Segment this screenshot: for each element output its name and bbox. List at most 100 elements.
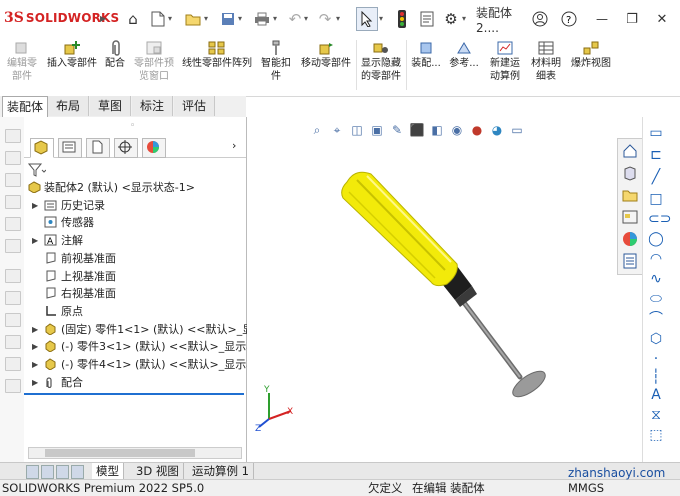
component-preview-window-button[interactable]: 零部件预 览窗口 [132, 40, 176, 83]
undo-icon[interactable]: ↶ [286, 8, 304, 30]
tool-icon[interactable] [5, 291, 21, 305]
expand-arrow-icon[interactable]: ▶ [32, 338, 38, 355]
minimize-button[interactable]: — [592, 8, 612, 30]
chevron-down-icon[interactable]: ▾ [238, 14, 242, 23]
chevron-down-icon[interactable]: ▾ [379, 14, 383, 23]
tool-icon[interactable] [5, 357, 21, 371]
tool-icon[interactable] [5, 129, 21, 143]
expand-arrow-icon[interactable]: ▶ [32, 197, 38, 214]
rectangle-icon[interactable]: □ [648, 191, 664, 207]
tab-markup[interactable]: 标注 [132, 96, 173, 116]
home-icon[interactable]: ⌂ [122, 8, 144, 30]
featuremanager-tree-tab-icon[interactable] [30, 138, 54, 158]
open-folder-icon[interactable] [183, 8, 203, 30]
dimxpert-manager-tab-icon[interactable] [114, 138, 138, 158]
custom-properties-icon[interactable] [622, 253, 638, 269]
tool-icon[interactable] [5, 379, 21, 393]
chevron-down-icon[interactable]: ▾ [336, 14, 340, 23]
new-document-icon[interactable] [148, 8, 168, 30]
solidworks-resources-icon[interactable] [622, 143, 638, 159]
exploded-view-button[interactable]: 爆炸视图 [567, 40, 615, 70]
next-tab-icon[interactable] [56, 465, 69, 479]
mirror-icon[interactable]: ⧖ [648, 407, 664, 423]
display-style-icon[interactable]: ◧ [429, 122, 445, 138]
file-explorer-icon[interactable] [622, 187, 638, 203]
previous-view-icon[interactable]: ◫ [349, 122, 365, 138]
scrollbar-thumb[interactable] [45, 449, 195, 457]
smart-dimension-icon[interactable]: ⊏ [648, 147, 664, 163]
spline-icon[interactable]: ∿ [648, 271, 664, 287]
apply-scene-icon[interactable]: ◕ [489, 122, 505, 138]
move-component-button[interactable]: 移动零部件 [297, 40, 355, 70]
line-icon[interactable]: ╱ [648, 169, 664, 185]
redo-icon[interactable]: ↷ [316, 8, 334, 30]
view-palette-icon[interactable] [622, 209, 638, 225]
tab-3d-views[interactable]: 3D 视图 [132, 463, 184, 479]
edit-appearance-icon[interactable]: ● [469, 122, 485, 138]
chevron-right-icon[interactable]: › [232, 139, 236, 152]
reference-geometry-button[interactable]: 参考... [446, 40, 482, 70]
ellipse-icon[interactable]: ⬭ [648, 291, 664, 307]
view-settings-icon[interactable]: ▭ [509, 122, 525, 138]
help-icon[interactable]: ? [560, 8, 578, 30]
rebuild-icon[interactable] [394, 8, 410, 30]
tool-icon[interactable] [5, 313, 21, 327]
section-view-icon[interactable]: ▣ [369, 122, 385, 138]
tool-icon[interactable] [5, 217, 21, 231]
centerline-icon[interactable]: ┆ [648, 369, 664, 385]
tab-assembly[interactable]: 装配体 [2, 96, 48, 118]
tool-icon[interactable] [5, 335, 21, 349]
property-manager-tab-icon[interactable] [58, 138, 82, 158]
point-icon[interactable]: · [648, 351, 664, 367]
tool-icon[interactable] [5, 269, 21, 283]
plane-icon[interactable]: ⬚ [648, 427, 664, 443]
show-hidden-components-button[interactable]: 显示隐藏 的零部件 [358, 40, 404, 83]
assembly-features-button[interactable]: 装配... [408, 40, 444, 70]
expand-arrow-icon[interactable]: ▶ [32, 232, 38, 249]
dynamic-annotation-icon[interactable]: ✎ [389, 122, 405, 138]
expand-arrow-icon[interactable]: ▶ [32, 356, 38, 373]
tab-model[interactable]: 模型 [92, 463, 124, 479]
view-orientation-icon[interactable]: ⬛ [409, 122, 425, 138]
linear-component-pattern-button[interactable]: 线性零部件阵列 [178, 40, 256, 70]
fillet-icon[interactable]: ⌒ [648, 311, 664, 327]
previous-tab-icon[interactable] [41, 465, 54, 479]
screwdriver-model[interactable] [327, 162, 557, 407]
smart-fasteners-button[interactable]: 智能扣 件 [257, 40, 295, 83]
chevron-down-icon[interactable]: ▾ [204, 14, 208, 23]
graphics-area[interactable]: ⌕ ⌖ ◫ ▣ ✎ ⬛ ◧ ◉ ● ◕ ▭ Y X Z [247, 117, 617, 462]
filter-icon[interactable] [27, 163, 47, 177]
horizontal-scrollbar[interactable] [28, 447, 242, 459]
gear-icon[interactable]: ⚙ [442, 8, 460, 30]
tool-icon[interactable] [5, 195, 21, 209]
tool-icon[interactable] [5, 239, 21, 253]
first-tab-icon[interactable] [26, 465, 39, 479]
file-properties-icon[interactable] [418, 8, 436, 30]
unit-system[interactable]: MMGS [568, 480, 604, 496]
zoom-to-fit-icon[interactable]: ⌕ [309, 122, 325, 138]
corner-rectangle-icon[interactable]: ▭ [648, 125, 664, 141]
configuration-manager-tab-icon[interactable] [86, 138, 110, 158]
hide-show-items-icon[interactable]: ◉ [449, 122, 465, 138]
insert-components-button[interactable]: 插入零部件 [44, 40, 100, 70]
chevron-down-icon[interactable]: ▾ [304, 14, 308, 23]
appearances-icon[interactable] [622, 231, 638, 247]
chevron-down-icon[interactable]: ▾ [273, 14, 277, 23]
slot-icon[interactable]: ⊂⊃ [648, 211, 671, 227]
last-tab-icon[interactable] [71, 465, 84, 479]
menu-arrow-icon[interactable]: ▶ [100, 14, 106, 23]
tool-icon[interactable] [5, 173, 21, 187]
chevron-down-icon[interactable]: ▾ [168, 14, 172, 23]
rollback-bar[interactable] [24, 393, 244, 395]
tab-motion-study-1[interactable]: 运动算例 1 [188, 463, 254, 479]
save-icon[interactable] [218, 8, 238, 30]
user-account-icon[interactable] [531, 8, 549, 30]
display-manager-tab-icon[interactable] [142, 138, 166, 158]
tab-evaluate[interactable]: 评估 [174, 96, 215, 116]
restore-button[interactable]: ❐ [622, 8, 642, 30]
chevron-down-icon[interactable]: ▾ [462, 14, 466, 23]
zoom-to-area-icon[interactable]: ⌖ [329, 122, 345, 138]
expand-arrow-icon[interactable]: ▶ [32, 321, 38, 338]
circle-icon[interactable]: ◯ [648, 231, 664, 247]
tab-sketch[interactable]: 草图 [90, 96, 131, 116]
